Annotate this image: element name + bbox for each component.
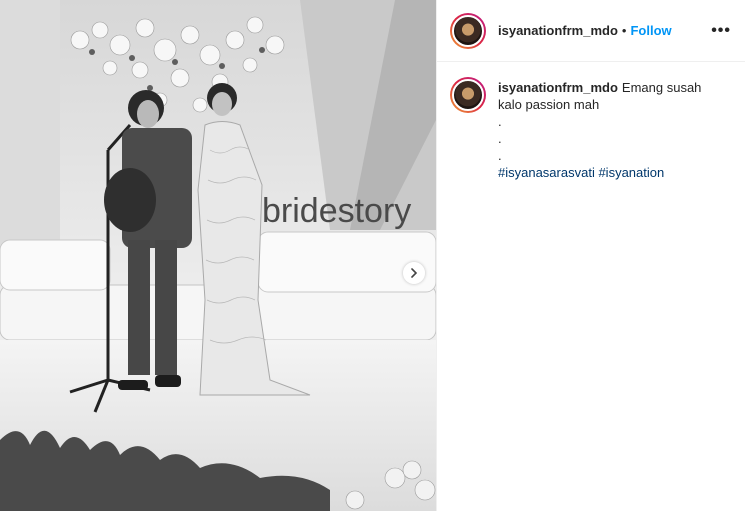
more-options-icon[interactable]: ••• (711, 22, 731, 40)
follow-button[interactable]: Follow (630, 23, 671, 38)
post-caption: isyanationfrm_mdo Emang susah kalo passio… (437, 62, 745, 181)
caption-dot-line: . (498, 131, 502, 146)
bridestory-sign: bridestory (262, 192, 411, 230)
caption-hashtags: #isyanasarasvati #isyanation (498, 164, 728, 181)
caption-dot-line: . (498, 114, 502, 129)
avatar-image (452, 79, 484, 111)
post-sidebar: isyanationfrm_mdo • Follow ••• isyanatio… (436, 0, 745, 511)
caption-body: isyanationfrm_mdo Emang susah kalo passio… (498, 79, 728, 181)
hashtag-link[interactable]: #isyanasarasvati (498, 165, 595, 180)
next-slide-button[interactable] (403, 262, 425, 284)
post-photo: bridestory (0, 0, 436, 511)
caption-avatar[interactable] (450, 77, 486, 113)
post-header: isyanationfrm_mdo • Follow ••• (437, 0, 745, 62)
hashtag-link[interactable]: #isyanation (598, 165, 664, 180)
avatar-image (452, 14, 484, 47)
chevron-right-icon (411, 268, 418, 278)
instagram-post: bridestory isyanationfrm_mdo • Follow ••… (0, 0, 745, 511)
post-media[interactable]: bridestory (0, 0, 436, 511)
header-separator: • (621, 23, 627, 38)
caption-first-line: isyanationfrm_mdo Emang susah kalo passio… (498, 79, 728, 113)
caption-username[interactable]: isyanationfrm_mdo (498, 80, 618, 95)
header-username[interactable]: isyanationfrm_mdo (498, 23, 618, 38)
avatar[interactable] (450, 12, 486, 49)
caption-dot-line: . (498, 148, 502, 163)
